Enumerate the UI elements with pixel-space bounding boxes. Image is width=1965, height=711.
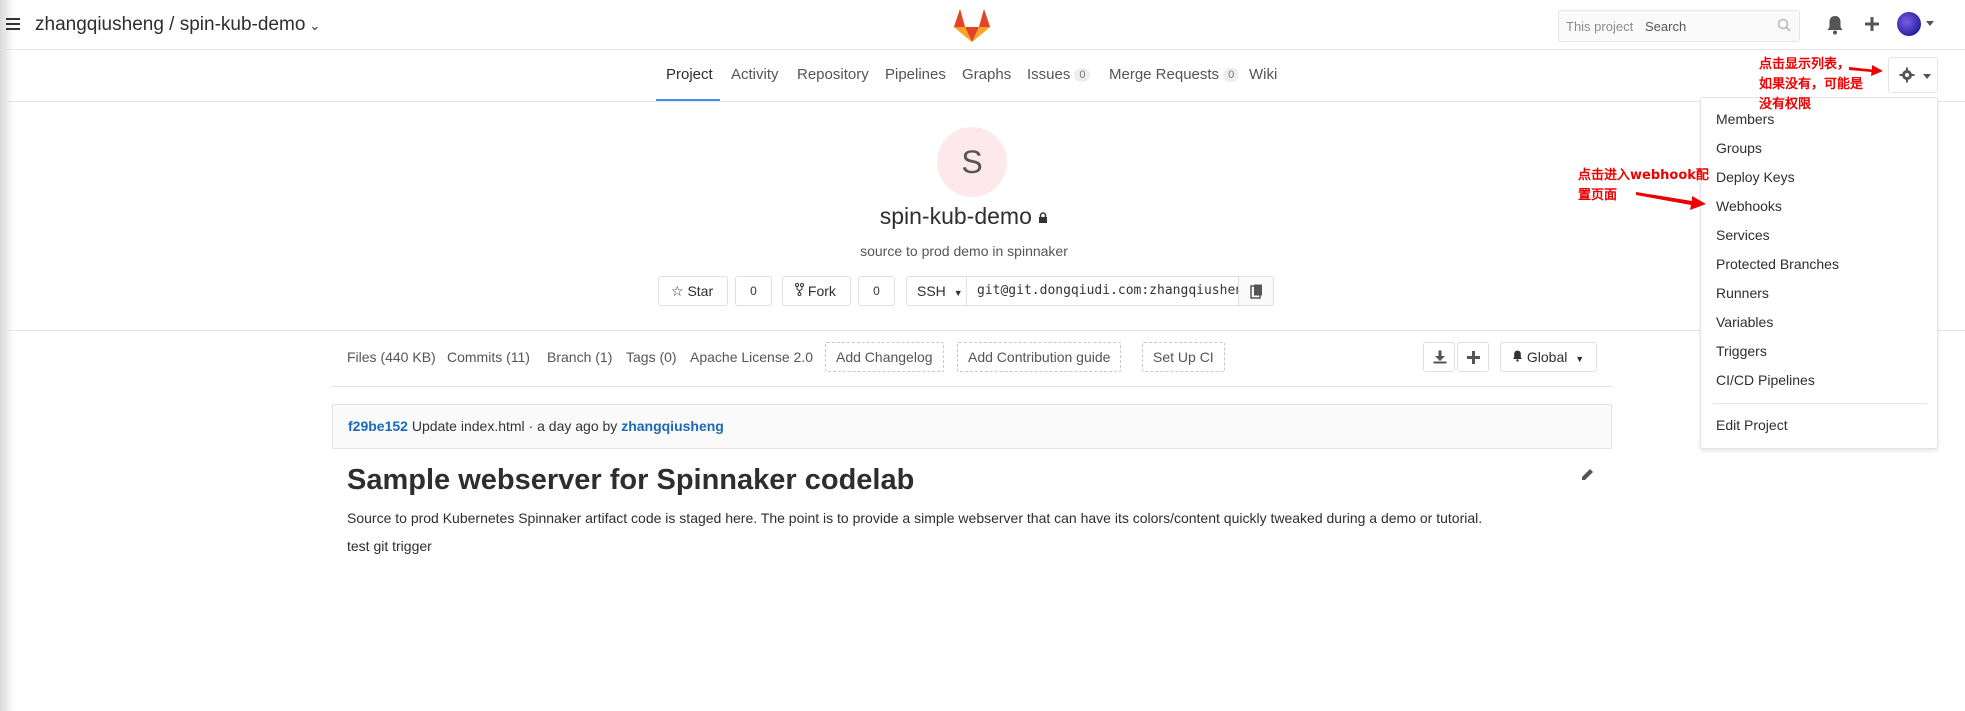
- project-breadcrumb[interactable]: zhangqiusheng / spin-kub-demo ⌄: [35, 14, 320, 36]
- tab-issues-label[interactable]: Issues: [1027, 66, 1070, 83]
- annotation-arrow: [1636, 192, 1706, 210]
- gitlab-logo-icon[interactable]: [952, 7, 992, 48]
- bell-icon[interactable]: [1826, 15, 1844, 40]
- pencil-icon[interactable]: [1581, 468, 1594, 486]
- notification-label: Global: [1526, 349, 1568, 365]
- left-shadow: [0, 0, 14, 711]
- setup-ci-button[interactable]: Set Up CI: [1142, 342, 1225, 372]
- caret-down-icon: ▼: [1575, 354, 1585, 364]
- readme-paragraph: Source to prod Kubernetes Spinnaker arti…: [347, 510, 1483, 526]
- gear-annotation-line: 如果没有，可能是: [1759, 77, 1864, 92]
- caret-down-icon: [1923, 74, 1931, 79]
- notification-dropdown[interactable]: Global ▼: [1500, 342, 1597, 372]
- last-commit-box: f29be152 Update index.html · a day ago b…: [332, 404, 1612, 449]
- menu-item-variables[interactable]: Variables: [1716, 314, 1773, 330]
- menu-item-services[interactable]: Services: [1716, 227, 1770, 243]
- download-button[interactable]: [1423, 342, 1455, 372]
- add-contribution-button[interactable]: Add Contribution guide: [957, 342, 1122, 372]
- tab-wiki[interactable]: Wiki: [1249, 66, 1277, 83]
- tab-merge-requests-label[interactable]: Merge Requests: [1109, 66, 1219, 83]
- tab-repository[interactable]: Repository: [797, 66, 869, 83]
- annotation-arrow: [1849, 65, 1883, 76]
- section-divider: [0, 330, 1965, 331]
- lock-icon: [1038, 203, 1048, 229]
- top-header: zhangqiusheng / spin-kub-demo ⌄ This proj…: [0, 0, 1965, 50]
- fork-icon: [795, 283, 804, 299]
- menu-item-protected-branches[interactable]: Protected Branches: [1716, 256, 1839, 272]
- menu-divider: [1713, 403, 1927, 404]
- branch-link[interactable]: Branch (1): [547, 349, 612, 365]
- tags-link[interactable]: Tags (0): [626, 349, 677, 365]
- tab-issues[interactable]: Issues 0: [1027, 66, 1091, 83]
- copy-button[interactable]: [1238, 276, 1274, 306]
- commit-sha-link[interactable]: f29be152: [348, 418, 408, 434]
- gear-annotation-line: 没有权限: [1759, 97, 1812, 112]
- files-link[interactable]: Files (440 KB): [347, 349, 436, 365]
- commit-author-link[interactable]: zhangqiusheng: [621, 418, 724, 434]
- download-icon: [1433, 350, 1447, 369]
- menu-item-ci-cd-pipelines[interactable]: CI/CD Pipelines: [1716, 372, 1815, 388]
- menu-item-edit-project[interactable]: Edit Project: [1716, 417, 1788, 433]
- webhook-annotation-line: 点击进入webhook配: [1578, 168, 1709, 183]
- tab-merge-requests[interactable]: Merge Requests 0: [1109, 66, 1240, 83]
- readme-line: test git trigger: [347, 538, 432, 554]
- stats-divider: [332, 386, 1612, 387]
- fork-count[interactable]: 0: [858, 276, 895, 306]
- project-nav: Project Activity Repository Pipelines Gr…: [0, 51, 1965, 102]
- star-count[interactable]: 0: [735, 276, 772, 306]
- star-label: Star: [687, 283, 714, 299]
- commit-message: Update index.html · a day ago by: [411, 418, 618, 434]
- fork-label: Fork: [807, 283, 836, 299]
- search-scope-label: This project: [1566, 19, 1634, 34]
- menu-item-deploy-keys[interactable]: Deploy Keys: [1716, 169, 1795, 185]
- tab-graphs[interactable]: Graphs: [962, 66, 1011, 83]
- gear-icon: [1899, 67, 1915, 88]
- breadcrumb-text[interactable]: zhangqiusheng / spin-kub-demo: [35, 14, 305, 35]
- protocol-dropdown[interactable]: SSH ▼: [906, 276, 967, 306]
- tab-project[interactable]: Project: [666, 66, 713, 83]
- add-file-button[interactable]: [1457, 342, 1489, 372]
- bell-icon: [1512, 349, 1523, 365]
- chevron-down-icon[interactable]: ⌄: [309, 18, 320, 33]
- protocol-label: SSH: [917, 283, 946, 299]
- add-changelog-button[interactable]: Add Changelog: [825, 342, 944, 372]
- project-name: spin-kub-demo: [879, 203, 1032, 229]
- clone-url-input[interactable]: git@git.dongqiudi.com:zhangqiusheng/spin…: [966, 276, 1239, 306]
- menu-item-groups[interactable]: Groups: [1716, 140, 1762, 156]
- clipboard-icon: [1250, 284, 1263, 304]
- caret-down-icon: ▼: [953, 288, 963, 298]
- tab-pipelines[interactable]: Pipelines: [885, 66, 946, 83]
- commits-link[interactable]: Commits (11): [447, 349, 530, 365]
- search-input[interactable]: Search: [1645, 19, 1686, 34]
- search-box[interactable]: This project Search: [1558, 10, 1800, 42]
- hamburger-icon[interactable]: [6, 18, 20, 30]
- settings-dropdown-menu: Members Groups Deploy Keys Webhooks Serv…: [1700, 97, 1938, 449]
- issues-count-badge: 0: [1074, 68, 1091, 82]
- menu-item-runners[interactable]: Runners: [1716, 285, 1769, 301]
- plus-icon[interactable]: [1864, 16, 1880, 37]
- tab-activity[interactable]: Activity: [731, 66, 779, 83]
- search-icon: [1777, 18, 1791, 35]
- settings-gear-button[interactable]: [1888, 57, 1938, 93]
- mr-count-badge: 0: [1223, 68, 1240, 82]
- readme-title: Sample webserver for Spinnaker codelab: [347, 464, 915, 496]
- active-tab-indicator: [656, 99, 720, 101]
- menu-item-triggers[interactable]: Triggers: [1716, 343, 1767, 359]
- menu-item-webhooks[interactable]: Webhooks: [1716, 198, 1782, 214]
- project-description: source to prod demo in spinnaker: [860, 243, 1068, 259]
- license-link[interactable]: Apache License 2.0: [690, 349, 813, 365]
- star-icon: ☆: [671, 283, 684, 299]
- plus-icon: [1467, 351, 1480, 369]
- fork-button[interactable]: Fork: [782, 276, 851, 306]
- caret-down-icon[interactable]: [1926, 21, 1934, 26]
- project-avatar: S: [937, 127, 1007, 197]
- user-avatar[interactable]: [1897, 12, 1921, 36]
- star-button[interactable]: ☆ Star: [658, 276, 728, 306]
